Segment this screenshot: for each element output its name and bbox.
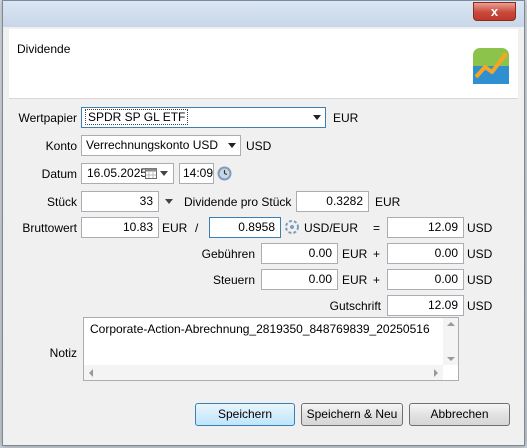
exchange-rate-unit: USD/EUR <box>304 221 359 235</box>
shares-input[interactable]: 33 <box>81 191 159 212</box>
fees-plus: + <box>373 247 381 261</box>
account-select-value: Verrechnungskonto USD <box>86 138 219 152</box>
exchange-rate-input[interactable]: 0.8958 <box>209 217 281 238</box>
converted-value: 12.09 <box>427 220 458 234</box>
fees-converted-input[interactable]: 0.00 <box>387 243 464 264</box>
credit-label: Gutschrift <box>329 299 381 313</box>
dialog-content: Wertpapier SPDR SP GL ETF EUR Konto Verr… <box>9 99 518 439</box>
account-currency: USD <box>246 139 272 153</box>
dividend-dialog: x Dividende Wertpapier SPDR SP GL ETF EU… <box>2 0 525 446</box>
clock-icon[interactable] <box>217 166 232 181</box>
shares-dropdown-icon[interactable] <box>165 199 173 204</box>
title-bar: x <box>3 1 524 27</box>
security-select[interactable]: SPDR SP GL ETF <box>81 107 326 128</box>
taxes-converted-currency: USD <box>467 273 493 287</box>
account-select[interactable]: Verrechnungskonto USD <box>81 135 241 156</box>
chevron-down-icon <box>228 143 236 148</box>
time-input[interactable]: 14:09 <box>179 163 214 184</box>
credit-currency: USD <box>467 299 493 313</box>
fees-input[interactable]: 0.00 <box>261 243 338 264</box>
save-button[interactable]: Speichern <box>195 403 295 426</box>
converted-value-input[interactable]: 12.09 <box>387 217 464 238</box>
note-horizontal-scrollbar[interactable] <box>84 365 443 380</box>
fees-label: Gebühren <box>201 247 255 261</box>
security-label: Wertpapier <box>18 111 77 125</box>
credit-value: 12.09 <box>427 298 458 312</box>
scroll-left-icon[interactable] <box>89 369 93 377</box>
equals-sign: = <box>373 221 381 235</box>
scroll-right-icon[interactable] <box>434 369 438 377</box>
exchange-rate-value: 0.8958 <box>238 220 275 234</box>
time-value: 14:09 <box>183 166 214 180</box>
note-text: Corporate-Action-Abrechnung_2819350_8487… <box>90 322 430 336</box>
gross-currency: EUR <box>162 221 188 235</box>
dividend-per-share-label: Dividende pro Stück <box>184 195 292 209</box>
fees-value: 0.00 <box>308 246 332 260</box>
credit-input[interactable]: 12.09 <box>387 295 464 316</box>
scroll-up-icon[interactable] <box>447 322 455 326</box>
dialog-title: Dividende <box>17 42 71 56</box>
date-dropdown-icon[interactable] <box>160 171 168 176</box>
dialog-header: Dividende <box>9 29 518 99</box>
dividend-per-share-input[interactable]: 0.3282 <box>296 191 369 212</box>
taxes-value: 0.00 <box>308 272 332 286</box>
date-value: 16.05.2025 <box>87 166 148 180</box>
gross-input[interactable]: 10.83 <box>81 217 159 238</box>
cancel-button[interactable]: Abbrechen <box>409 403 510 426</box>
fees-converted-currency: USD <box>467 247 493 261</box>
app-logo-icon <box>473 48 509 84</box>
save-and-new-button[interactable]: Speichern & Neu <box>301 403 403 426</box>
taxes-input[interactable]: 0.00 <box>261 269 338 290</box>
taxes-converted-value: 0.00 <box>434 272 458 286</box>
calendar-icon[interactable] <box>145 167 157 179</box>
chevron-down-icon <box>313 115 321 120</box>
taxes-converted-input[interactable]: 0.00 <box>387 269 464 290</box>
fees-currency: EUR <box>342 247 368 261</box>
gross-value: 10.83 <box>122 220 153 234</box>
taxes-label: Steuern <box>212 273 255 287</box>
shares-value: 33 <box>139 194 153 208</box>
divide-sign: / <box>195 221 199 235</box>
security-currency: EUR <box>333 111 359 125</box>
scroll-down-icon[interactable] <box>447 357 455 361</box>
close-button[interactable]: x <box>473 2 516 21</box>
shares-label: Stück <box>46 195 77 209</box>
gross-label: Bruttowert <box>22 221 77 235</box>
security-select-value: SPDR SP GL ETF <box>84 109 189 125</box>
note-textarea[interactable]: Corporate-Action-Abrechnung_2819350_8487… <box>83 317 459 381</box>
note-vertical-scrollbar[interactable] <box>443 318 458 365</box>
note-label: Notiz <box>49 346 77 360</box>
taxes-currency: EUR <box>342 273 368 287</box>
date-label: Datum <box>41 167 77 181</box>
fees-converted-value: 0.00 <box>434 246 458 260</box>
dividend-per-share-currency: EUR <box>375 195 401 209</box>
converted-currency: USD <box>467 221 493 235</box>
taxes-plus: + <box>373 273 381 287</box>
account-label: Konto <box>45 139 77 153</box>
dividend-per-share-value: 0.3282 <box>326 194 363 208</box>
exchange-rate-icon[interactable] <box>285 220 299 234</box>
